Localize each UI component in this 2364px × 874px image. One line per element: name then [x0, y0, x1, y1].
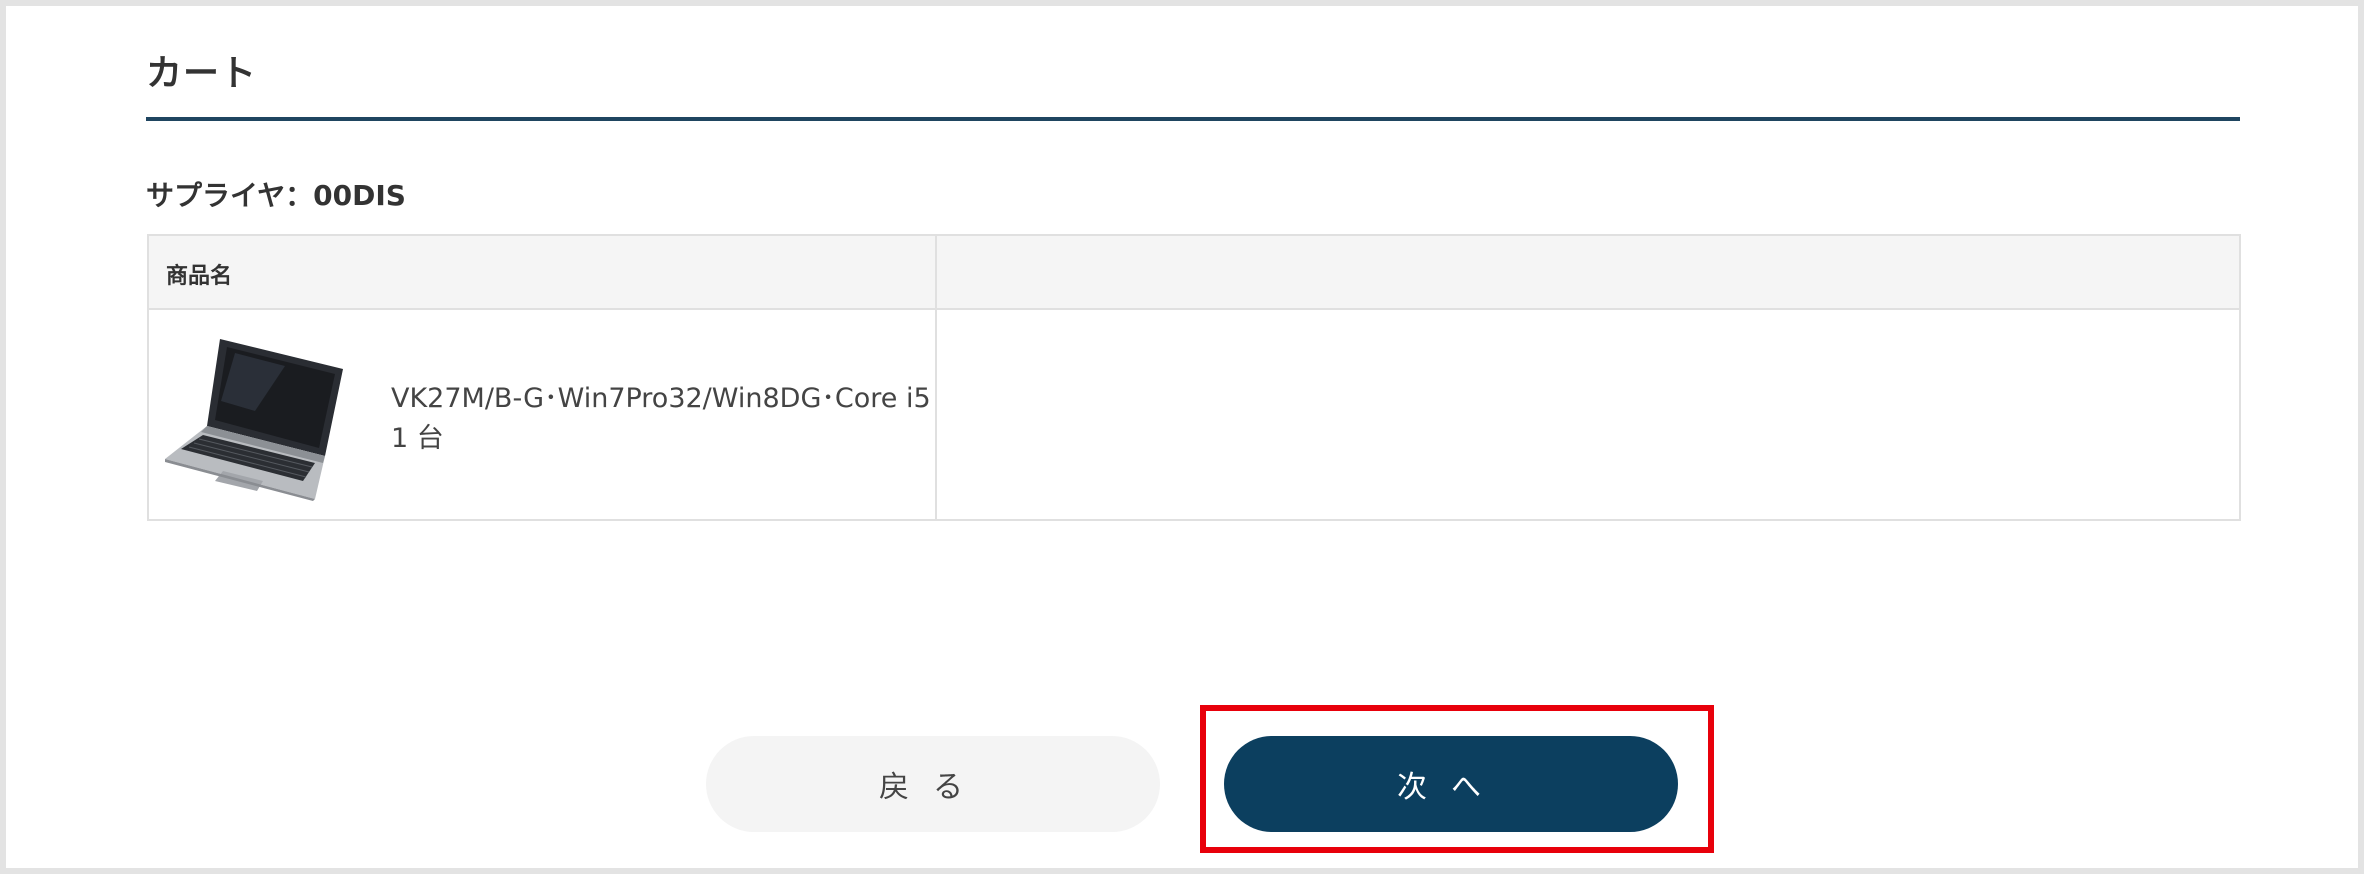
column-divider — [935, 236, 937, 519]
back-button[interactable]: 戻る — [706, 736, 1160, 832]
title-divider — [146, 117, 2240, 121]
table-header-row: 商品名 — [149, 236, 2239, 310]
cart-table: 商品名 VK27M/B-G･Win7Pro32/Win8DG･Core i5 1… — [147, 234, 2241, 521]
supplier-label: サプライヤ：00DIS — [146, 179, 406, 212]
column-header-product-name: 商品名 — [166, 264, 233, 289]
laptop-image — [165, 339, 343, 501]
page-frame: カート サプライヤ：00DIS 商品名 VK27M/B-G･Win7Pro32/… — [0, 0, 2364, 874]
product-quantity: 1 台 — [391, 423, 444, 454]
highlight-box — [1200, 705, 1714, 853]
page-title: カート — [146, 53, 258, 94]
product-name: VK27M/B-G･Win7Pro32/Win8DG･Core i5 — [391, 383, 931, 414]
